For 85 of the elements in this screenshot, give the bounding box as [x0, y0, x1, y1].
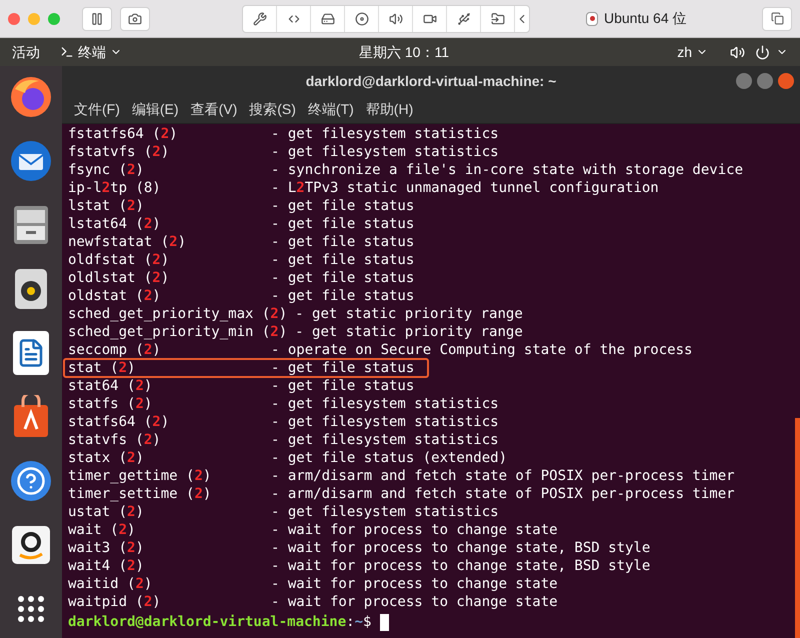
command-name: stat64 (2)	[68, 377, 154, 395]
input-method-label: zh	[677, 42, 692, 62]
close-button[interactable]	[778, 73, 794, 89]
command-description: - get file status	[271, 269, 414, 287]
cursor	[380, 614, 390, 630]
command-name: wait3 (2)	[68, 539, 145, 557]
app-menu[interactable]: 终端	[60, 42, 122, 62]
command-name: timer_gettime (2)	[68, 467, 212, 485]
command-name: seccomp (2)	[68, 341, 162, 359]
command-name: fstatvfs (2)	[68, 143, 170, 161]
command-description: - wait for process to change state	[271, 521, 558, 539]
window-title: Ubuntu 64 位	[604, 9, 686, 28]
command-description: - operate on Secure Computing state of the process	[271, 341, 692, 359]
snapshot-button[interactable]	[120, 6, 150, 30]
command-name: waitpid (2)	[68, 593, 162, 611]
command-name: newfstatat (2)	[68, 233, 188, 251]
command-description: - arm/disarm and fetch state of POSIX per-process timer	[271, 467, 735, 485]
command-description: - wait for process to change state	[271, 593, 558, 611]
menu-item[interactable]: 帮助(H)	[366, 99, 414, 120]
command-name: lstat64 (2)	[68, 215, 162, 233]
command-name: timer_settime (2)	[68, 485, 212, 503]
command-description: - get filesystem statistics	[271, 503, 499, 521]
firefox-icon[interactable]	[8, 74, 54, 120]
command-description: - get file status (extended)	[271, 449, 508, 467]
command-description: - get file status	[271, 215, 414, 233]
command-name: sched_get_priority_max (2)	[68, 305, 288, 323]
mail-icon[interactable]	[8, 138, 54, 184]
command-name: fsync (2)	[68, 161, 145, 179]
command-description: - wait for process to change state	[271, 575, 558, 593]
shell-prompt: darklord@darklord-virtual-machine:~$	[68, 613, 372, 631]
menu-item[interactable]: 编辑(E)	[132, 99, 179, 120]
menu-item[interactable]: 搜索(S)	[249, 99, 296, 120]
minimize-button[interactable]	[736, 73, 752, 89]
camera-icon	[128, 12, 142, 26]
command-name: statvfs (2)	[68, 431, 162, 449]
volume-icon[interactable]	[730, 44, 745, 60]
command-name: waitid (2)	[68, 575, 154, 593]
pause-button[interactable]	[82, 6, 112, 30]
activities-button[interactable]: 活动	[12, 42, 40, 62]
window-mode-button[interactable]	[762, 6, 792, 30]
command-description: - get filesystem statistics	[271, 413, 499, 431]
command-description: - get static priority range	[295, 323, 523, 341]
scrollbar-thumb[interactable]	[795, 418, 800, 638]
command-name: fstatfs64 (2)	[68, 125, 179, 143]
command-name: ustat (2)	[68, 503, 145, 521]
command-description: - get file status	[271, 233, 414, 251]
command-name: statfs (2)	[68, 395, 154, 413]
maximize-button[interactable]	[757, 73, 773, 89]
app-menu-label: 终端	[78, 42, 106, 62]
command-description: - get file status	[271, 197, 414, 215]
input-method-menu[interactable]: zh	[677, 42, 708, 62]
command-description: - get filesystem statistics	[271, 431, 499, 449]
clock[interactable]: 星期六 10：11	[359, 42, 449, 62]
command-name: wait (2)	[68, 521, 136, 539]
pause-icon	[90, 12, 104, 26]
command-name: oldfstat (2)	[68, 251, 170, 269]
command-description: - get filesystem statistics	[271, 125, 499, 143]
copy-icon	[770, 12, 784, 25]
command-description: - get filesystem statistics	[271, 143, 499, 161]
command-description: - get filesystem statistics	[271, 395, 499, 413]
command-name: wait4 (2)	[68, 557, 145, 575]
command-description: - synchronize a file's in-core state with storage device	[271, 161, 744, 179]
command-description: - L2TPv3 static unmanaged tunnel configuration	[271, 179, 659, 197]
terminal-title: darklord@darklord-virtual-machine: ~	[306, 72, 556, 90]
command-name: sched_get_priority_min (2)	[68, 323, 288, 341]
command-name: statfs64 (2)	[68, 413, 170, 431]
command-name: lstat (2)	[68, 197, 145, 215]
command-description: - wait for process to change state, BSD style	[271, 539, 650, 557]
command-name: oldstat (2)	[68, 287, 162, 305]
command-description: - get file status	[271, 287, 414, 305]
command-description: - get file status	[271, 359, 414, 377]
command-description: - arm/disarm and fetch state of POSIX per-process timer	[271, 485, 735, 503]
command-description: - get file status	[271, 377, 414, 395]
terminal-icon	[60, 45, 74, 59]
menu-item[interactable]: 终端(T)	[308, 99, 354, 120]
command-description: - wait for process to change state, BSD style	[271, 557, 650, 575]
command-name: oldlstat (2)	[68, 269, 170, 287]
command-name: stat (2)	[68, 359, 136, 377]
menu-item[interactable]: 文件(F)	[74, 99, 120, 120]
menu-item[interactable]: 查看(V)	[190, 99, 238, 120]
command-description: - get static priority range	[295, 305, 523, 323]
power-icon[interactable]	[755, 44, 770, 60]
command-name: statx (2)	[68, 449, 145, 467]
command-name: ip-l2tp (8)	[68, 179, 162, 197]
command-description: - get file status	[271, 251, 414, 269]
